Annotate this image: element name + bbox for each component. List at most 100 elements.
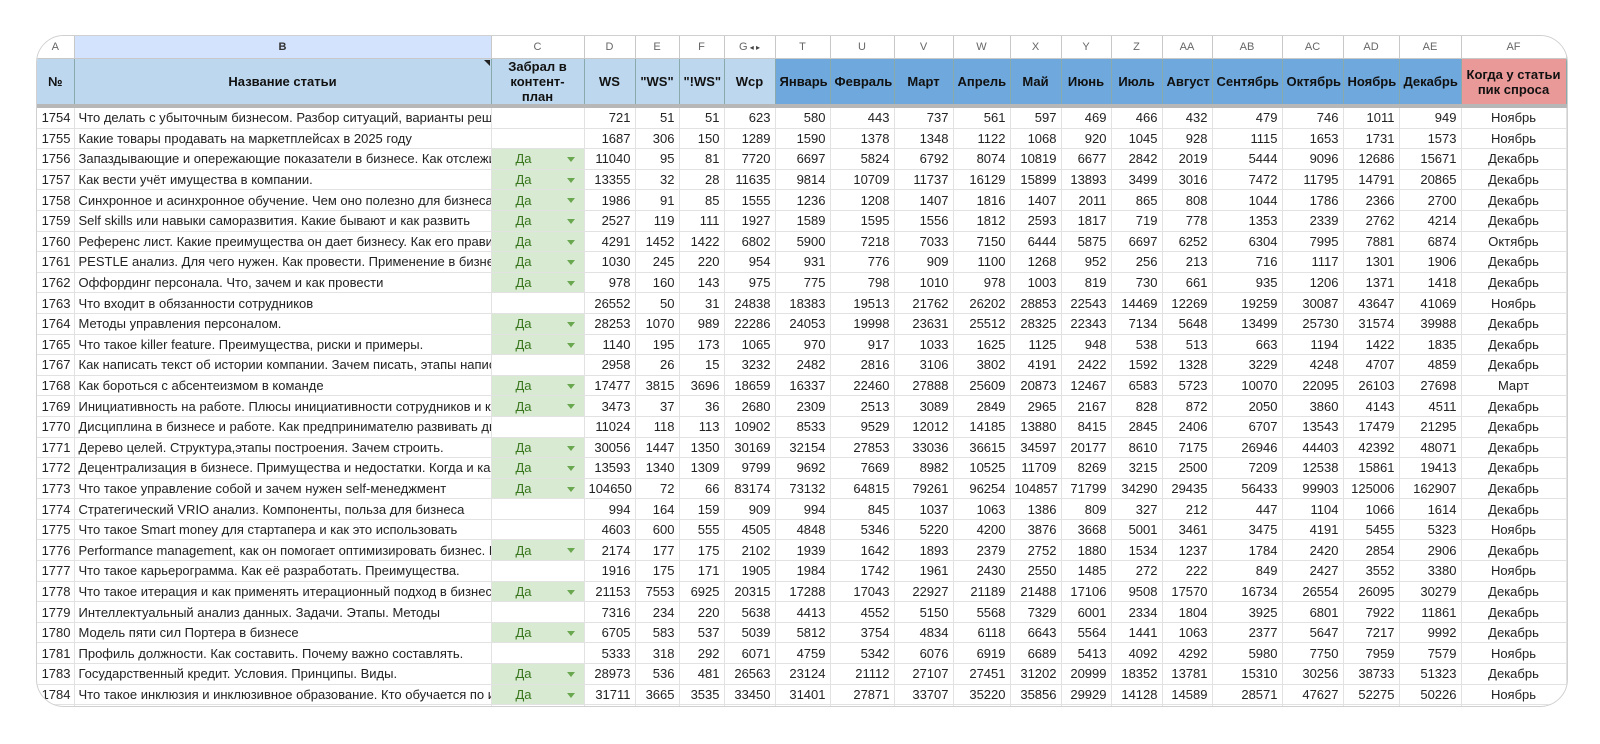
month-value-cell[interactable]: 6583 (1111, 375, 1163, 397)
month-value-cell[interactable]: 12620 (775, 704, 831, 706)
ws-exact-cell[interactable]: 85 (679, 189, 725, 211)
month-value-cell[interactable]: 4092 (1111, 642, 1163, 665)
month-value-cell[interactable]: 1441 (1111, 622, 1163, 644)
month-value-cell[interactable]: 2422 (1061, 354, 1112, 376)
taken-dropdown-cell[interactable]: Да (491, 313, 585, 335)
ws-quoted-cell[interactable]: 72 (635, 478, 680, 500)
month-value-cell[interactable]: 1556 (894, 210, 954, 232)
peak-month-cell[interactable]: Декабрь (1461, 437, 1567, 459)
peak-month-cell[interactable]: Декабрь (1461, 148, 1567, 170)
wcp-cell[interactable]: 1905 (724, 560, 776, 582)
ws-exact-cell[interactable]: 150 (679, 128, 725, 150)
column-letter-t[interactable]: T (775, 36, 831, 59)
month-value-cell[interactable]: 2334 (1111, 601, 1163, 623)
wcp-cell[interactable]: 11635 (724, 169, 776, 191)
ws-cell[interactable]: 17477 (584, 375, 636, 397)
dropdown-arrow-icon[interactable] (566, 466, 575, 472)
taken-dropdown-cell[interactable] (491, 354, 585, 376)
month-value-cell[interactable]: 845 (830, 498, 895, 520)
article-title-cell[interactable]: Что входит в обязанности сотрудников (74, 292, 492, 314)
month-value-cell[interactable]: 6252 (1162, 231, 1213, 253)
month-value-cell[interactable]: 948 (1061, 334, 1112, 356)
month-value-cell[interactable]: 15671 (1399, 148, 1462, 170)
dropdown-arrow-icon[interactable] (566, 589, 575, 595)
month-value-cell[interactable]: 27871 (830, 684, 895, 706)
month-value-cell[interactable]: 17288 (775, 581, 831, 603)
month-value-cell[interactable]: 7922 (1343, 601, 1400, 623)
month-value-cell[interactable]: 12012 (894, 416, 954, 438)
taken-dropdown-cell[interactable] (491, 292, 585, 314)
month-value-cell[interactable]: 8269 (1061, 457, 1112, 479)
dropdown-arrow-icon[interactable] (566, 280, 575, 286)
ws-cell[interactable]: 1916 (584, 560, 636, 582)
article-title-cell[interactable]: Как вести учёт имущества в компании. (74, 169, 492, 191)
ws-quoted-cell[interactable]: 1340 (635, 457, 680, 479)
month-value-cell[interactable]: 597 (1010, 106, 1062, 129)
month-value-cell[interactable]: 12686 (1343, 148, 1400, 170)
month-value-cell[interactable]: 22460 (830, 375, 895, 397)
month-value-cell[interactable]: 17043 (830, 581, 895, 603)
wcp-cell[interactable]: 6071 (724, 642, 776, 665)
ws-exact-cell[interactable]: 81 (679, 148, 725, 170)
ws-cell[interactable]: 2174 (584, 539, 636, 562)
month-value-cell[interactable]: 2482 (775, 354, 831, 376)
month-value-cell[interactable]: 1422 (1343, 334, 1400, 356)
column-letter-af[interactable]: AF (1461, 36, 1567, 59)
ws-cell[interactable]: 1986 (584, 189, 636, 211)
taken-dropdown-cell[interactable]: Да (491, 395, 585, 417)
month-value-cell[interactable]: 50226 (1399, 684, 1462, 706)
article-title-cell[interactable]: Performance management, как он помогает … (74, 539, 492, 562)
month-value-cell[interactable]: 25512 (953, 313, 1011, 335)
month-value-cell[interactable]: 2854 (1343, 539, 1400, 562)
wcp-cell[interactable]: 30169 (724, 437, 776, 459)
ws-exact-cell[interactable]: 113 (679, 416, 725, 438)
month-value-cell[interactable]: 17106 (1061, 581, 1112, 603)
month-value-cell[interactable]: 4848 (775, 519, 831, 541)
month-value-cell[interactable]: 21762 (894, 292, 954, 314)
column-letter-w[interactable]: W (953, 36, 1011, 59)
article-title-cell[interactable]: Стратегический VRIO анализ. Компоненты, … (74, 498, 492, 520)
month-value-cell[interactable]: 3925 (1212, 601, 1283, 623)
article-title-cell[interactable]: Что такое итерация и как применять итера… (74, 581, 492, 603)
row-number-cell[interactable]: 1764 (37, 313, 75, 335)
month-value-cell[interactable]: 52275 (1343, 684, 1400, 706)
header-num[interactable]: № (37, 58, 75, 108)
peak-month-cell[interactable]: Декабрь (1461, 169, 1567, 191)
month-value-cell[interactable]: 469 (1061, 106, 1112, 129)
month-value-cell[interactable]: 432 (1162, 106, 1213, 129)
peak-month-cell[interactable]: Декабрь (1461, 498, 1567, 520)
ws-cell[interactable]: 30056 (584, 437, 636, 459)
month-value-cell[interactable]: 443 (830, 106, 895, 129)
month-value-cell[interactable]: 479 (1212, 106, 1283, 129)
month-value-cell[interactable]: 19259 (1212, 292, 1283, 314)
row-number-cell[interactable]: 1756 (37, 148, 75, 170)
month-value-cell[interactable]: 23124 (775, 663, 831, 685)
month-value-cell[interactable]: 17479 (1343, 416, 1400, 438)
month-value-cell[interactable]: 928 (1162, 128, 1213, 150)
month-value-cell[interactable]: 6689 (1010, 642, 1062, 665)
header-ws[interactable]: WS (584, 58, 636, 108)
ws-quoted-cell[interactable]: 306 (635, 128, 680, 150)
month-value-cell[interactable]: 30279 (1399, 581, 1462, 603)
month-value-cell[interactable]: 13781 (1162, 663, 1213, 685)
month-value-cell[interactable]: 15310 (1212, 663, 1283, 685)
taken-dropdown-cell[interactable] (491, 642, 585, 665)
article-title-cell[interactable]: Какие товары продавать на маркетплейсах … (74, 128, 492, 150)
month-value-cell[interactable]: 13880 (1010, 416, 1062, 438)
month-value-cell[interactable]: 31202 (1010, 663, 1062, 685)
row-number-cell[interactable]: 1769 (37, 395, 75, 417)
month-value-cell[interactable]: 13499 (1212, 313, 1283, 335)
wcp-cell[interactable]: 1927 (724, 210, 776, 232)
month-value-cell[interactable]: 2965 (1010, 395, 1062, 417)
column-letter-a[interactable]: A (37, 36, 75, 59)
month-value-cell[interactable]: 42392 (1343, 437, 1400, 459)
article-title-cell[interactable]: Что такое управление собой и зачем нужен… (74, 478, 492, 500)
month-value-cell[interactable]: 2752 (1010, 539, 1062, 562)
month-value-cell[interactable]: 16129 (953, 169, 1011, 191)
month-value-cell[interactable]: 2366 (1343, 189, 1400, 211)
month-value-cell[interactable]: 1348 (894, 128, 954, 150)
row-number-cell[interactable]: 1757 (37, 169, 75, 191)
month-value-cell[interactable]: 9508 (1111, 581, 1163, 603)
header-ws-exact[interactable]: "!WS" (679, 58, 725, 108)
month-value-cell[interactable]: 48071 (1399, 437, 1462, 459)
